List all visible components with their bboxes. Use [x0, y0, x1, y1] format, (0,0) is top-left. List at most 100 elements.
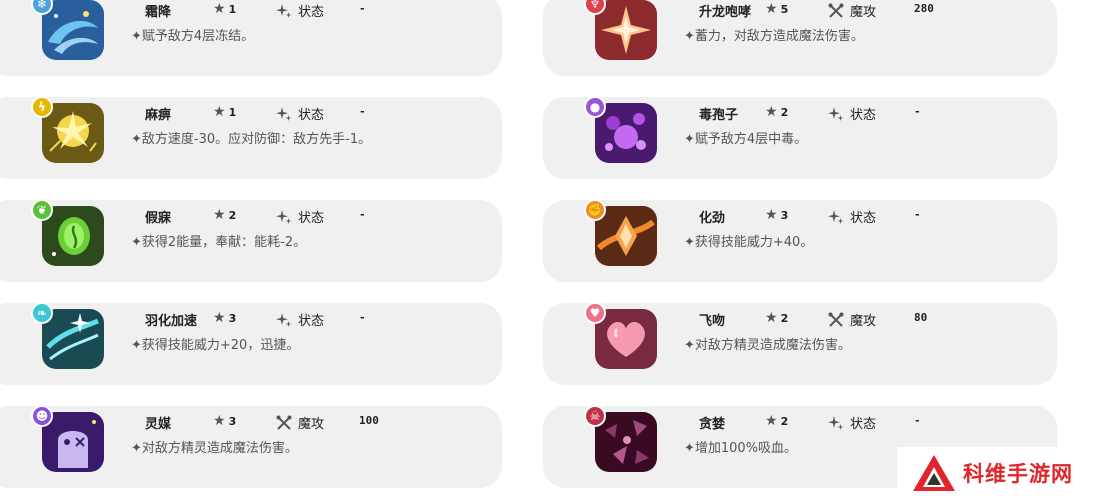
skill-card[interactable]: ❦ 假寐 ★ 2 状态 - ✦获得2能量，奉献：能耗-2。 — [0, 199, 502, 282]
sparkle-status-icon — [276, 3, 292, 18]
rank-value: 3 — [780, 208, 789, 222]
skill-rank: ★ 3 — [213, 311, 236, 325]
rank-value: 1 — [228, 2, 237, 16]
star-icon: ★ — [765, 1, 778, 17]
skill-power: - — [359, 2, 366, 15]
skill-icon-frame: ❧ — [31, 302, 106, 371]
sparkle-status-icon — [276, 209, 292, 224]
rank-value: 2 — [780, 105, 789, 119]
skill-description: ✦敌方速度-30。应对防御：敌方先手-1。 — [131, 132, 372, 147]
skill-power: - — [914, 414, 921, 427]
triangle-logo-icon — [913, 455, 955, 491]
category-label: 状态 — [298, 314, 325, 329]
skill-icon-frame: ● — [584, 96, 659, 165]
skill-card[interactable]: ☻ 灵媒 ★ 3 魔攻 100 ✦对敌方精灵造成魔法伤害。 — [0, 405, 502, 488]
skill-description: ✦赋予敌方4层冻结。 — [131, 29, 255, 44]
skill-category: 魔攻 — [828, 310, 876, 329]
rank-value: 3 — [228, 414, 237, 428]
skill-category: 状态 — [828, 104, 876, 123]
skill-name: 升龙咆哮 — [699, 5, 752, 20]
skill-description: ✦获得2能量，奉献：能耗-2。 — [131, 235, 307, 250]
skill-rank: ★ 2 — [213, 208, 236, 222]
skill-name: 贪婪 — [699, 417, 726, 432]
skill-icon-frame: ☠ — [584, 405, 659, 474]
skill-description: ✦对敌方精灵造成魔法伤害。 — [131, 441, 298, 456]
skill-description: ✦对敌方精灵造成魔法伤害。 — [684, 338, 851, 353]
star-icon: ★ — [765, 310, 778, 326]
skill-name: 麻痹 — [145, 108, 172, 123]
rank-value: 2 — [780, 311, 789, 325]
skill-power: - — [914, 105, 921, 118]
dark-element-icon: ☠ — [584, 405, 606, 427]
sparkle-status-icon — [828, 209, 844, 224]
skill-icon-frame: ♥ — [584, 302, 659, 371]
skill-card[interactable]: ❄ 霜降 ★ 1 状态 - ✦赋予敌方4层冻结。 — [0, 0, 502, 76]
crossed-wands-icon — [828, 312, 844, 327]
star-icon: ★ — [765, 104, 778, 120]
category-label: 魔攻 — [850, 314, 877, 329]
skill-rank: ★ 2 — [765, 414, 788, 428]
star-icon: ★ — [765, 207, 778, 223]
crossed-wands-icon — [828, 3, 844, 18]
skill-name: 灵媒 — [145, 417, 172, 432]
skill-power: 280 — [914, 2, 934, 15]
skill-category: 状态 — [276, 1, 324, 20]
skill-power: - — [914, 208, 921, 221]
skill-category: 状态 — [276, 207, 324, 226]
ghost-element-icon: ☻ — [31, 405, 53, 427]
skill-description: ✦增加100%吸血。 — [684, 441, 798, 456]
skill-category: 状态 — [276, 104, 324, 123]
skill-card[interactable]: ✊ 化劲 ★ 3 状态 - ✦获得技能威力+40。 — [543, 199, 1057, 282]
skill-category: 状态 — [828, 413, 876, 432]
skill-card[interactable]: ● 毒孢子 ★ 2 状态 - ✦赋予敌方4层中毒。 — [543, 96, 1057, 179]
skill-description: ✦获得技能威力+20，迅捷。 — [131, 338, 300, 353]
electric-element-icon: ϟ — [31, 96, 53, 118]
skill-icon-frame: ✊ — [584, 199, 659, 268]
category-label: 魔攻 — [850, 5, 877, 20]
sparkle-status-icon — [828, 106, 844, 121]
site-watermark: 科维手游网 — [897, 447, 1097, 499]
skill-description: ✦获得技能威力+40。 — [684, 235, 814, 250]
skill-rank: ★ 3 — [213, 414, 236, 428]
skill-name: 化劲 — [699, 211, 726, 226]
fighting-element-icon: ✊ — [584, 199, 606, 221]
category-label: 状态 — [850, 108, 877, 123]
skill-card[interactable]: ♥ 飞吻 ★ 2 魔攻 80 ✦对敌方精灵造成魔法伤害。 — [543, 302, 1057, 385]
skill-category: 魔攻 — [828, 1, 876, 20]
skill-power: 80 — [914, 311, 928, 324]
category-label: 状态 — [850, 417, 877, 432]
skill-name: 飞吻 — [699, 314, 726, 329]
skill-card[interactable]: ❧ 羽化加速 ★ 3 状态 - ✦获得技能威力+20，迅捷。 — [0, 302, 502, 385]
rank-value: 1 — [228, 105, 237, 119]
rank-value: 2 — [780, 414, 789, 428]
star-icon: ★ — [765, 413, 778, 429]
star-icon: ★ — [213, 310, 226, 326]
skill-name: 假寐 — [145, 211, 172, 226]
skill-name: 羽化加速 — [145, 314, 198, 329]
skill-category: 魔攻 — [276, 413, 324, 432]
star-icon: ★ — [213, 207, 226, 223]
skill-power: 100 — [359, 414, 379, 427]
skill-rank: ★ 2 — [765, 311, 788, 325]
poison-element-icon: ● — [584, 96, 606, 118]
watermark-text: 科维手游网 — [963, 462, 1073, 486]
rank-value: 5 — [780, 2, 789, 16]
wind-element-icon: ❧ — [31, 302, 53, 324]
skill-rank: ★ 3 — [765, 208, 788, 222]
skill-icon-frame: ☻ — [31, 405, 106, 474]
category-label: 状态 — [298, 108, 325, 123]
skill-rank: ★ 1 — [213, 2, 236, 16]
skill-card[interactable]: ϟ 麻痹 ★ 1 状态 - ✦敌方速度-30。应对防御：敌方先手-1。 — [0, 96, 502, 179]
rank-value: 2 — [228, 208, 237, 222]
sparkle-status-icon — [276, 312, 292, 327]
skill-power: - — [359, 311, 366, 324]
skill-icon-frame: ♆ — [584, 0, 659, 62]
skill-category: 状态 — [828, 207, 876, 226]
sparkle-status-icon — [276, 106, 292, 121]
skill-name: 毒孢子 — [699, 108, 739, 123]
skill-card[interactable]: ♆ 升龙咆哮 ★ 5 魔攻 280 ✦蓄力，对敌方造成魔法伤害。 — [543, 0, 1057, 76]
skill-description: ✦蓄力，对敌方造成魔法伤害。 — [684, 29, 864, 44]
skill-icon-frame: ❄ — [31, 0, 106, 62]
sparkle-status-icon — [828, 415, 844, 430]
category-label: 状态 — [298, 211, 325, 226]
